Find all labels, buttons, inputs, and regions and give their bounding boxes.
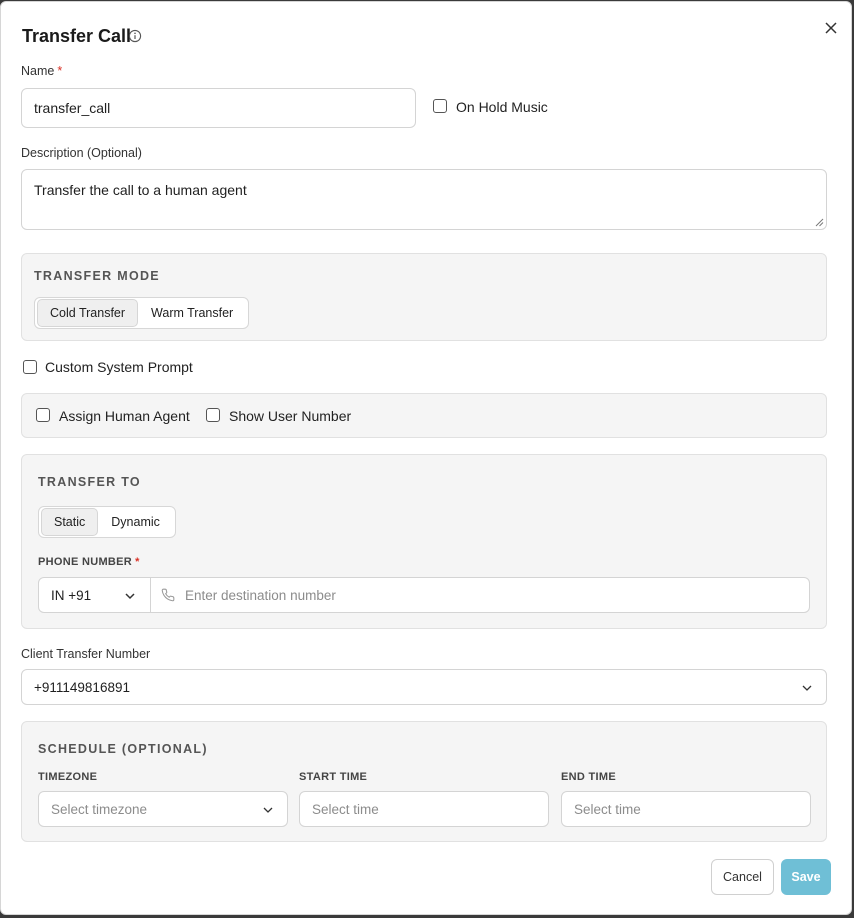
phone-number-group: IN +91 Enter destination number [38, 577, 810, 613]
transfer-mode-title: TRANSFER MODE [34, 269, 160, 283]
phone-number-placeholder: Enter destination number [185, 587, 336, 603]
cold-transfer-option[interactable]: Cold Transfer [37, 299, 139, 327]
chevron-down-icon [263, 807, 273, 813]
phone-number-label: PHONE NUMBER * [38, 556, 140, 568]
transfer-call-dialog: Transfer Call Name * transfer_call On Hol… [0, 1, 852, 915]
assign-human-agent-checkbox[interactable] [36, 408, 50, 422]
custom-system-prompt-label: Custom System Prompt [45, 359, 193, 375]
country-code-value: IN +91 [51, 587, 92, 603]
country-code-select[interactable]: IN +91 [39, 578, 151, 612]
description-value: Transfer the call to a human agent [34, 182, 247, 198]
schedule-section: SCHEDULE (OPTIONAL) TIMEZONE Select time… [21, 721, 827, 842]
end-time-input[interactable]: Select time [561, 791, 811, 827]
name-label: Name * [21, 64, 63, 78]
timezone-label: TIMEZONE [38, 771, 98, 783]
phone-icon [161, 588, 175, 602]
client-transfer-select[interactable]: +911149816891 [21, 669, 827, 705]
name-input-value: transfer_call [34, 100, 111, 116]
resize-handle-icon[interactable] [815, 218, 824, 227]
client-transfer-label: Client Transfer Number [21, 647, 151, 661]
transfer-to-section: TRANSFER TO Static Dynamic PHONE NUMBER *… [21, 454, 827, 629]
close-icon[interactable] [821, 18, 841, 38]
start-time-placeholder: Select time [312, 801, 379, 817]
transfer-mode-toggle: Cold Transfer Warm Transfer [34, 297, 250, 329]
chevron-down-icon [125, 593, 135, 600]
transfer-mode-section: TRANSFER MODE Cold Transfer Warm Transfe… [21, 253, 827, 341]
timezone-select[interactable]: Select timezone [38, 791, 288, 827]
start-time-label: START TIME [299, 771, 368, 783]
save-button[interactable]: Save [781, 859, 831, 895]
phone-number-input[interactable]: Enter destination number [151, 578, 809, 612]
info-icon[interactable] [128, 29, 142, 43]
on-hold-music-checkbox[interactable] [433, 99, 447, 113]
name-input[interactable]: transfer_call [21, 88, 416, 128]
start-time-input[interactable]: Select time [299, 791, 549, 827]
dynamic-option[interactable]: Dynamic [98, 508, 173, 536]
description-label: Description (Optional) [21, 146, 142, 160]
agent-options-section: Assign Human Agent Show User Number [21, 393, 827, 438]
description-textarea[interactable]: Transfer the call to a human agent [21, 169, 827, 230]
transfer-to-title: TRANSFER TO [38, 475, 141, 489]
timezone-placeholder: Select timezone [51, 801, 148, 817]
client-transfer-value: +911149816891 [34, 679, 130, 695]
show-user-number-label: Show User Number [229, 408, 352, 424]
on-hold-music-label: On Hold Music [456, 99, 548, 115]
end-time-label: END TIME [561, 771, 616, 783]
cancel-button[interactable]: Cancel [711, 859, 774, 895]
chevron-down-icon [802, 685, 812, 691]
warm-transfer-option[interactable]: Warm Transfer [138, 299, 246, 327]
transfer-to-toggle: Static Dynamic [38, 506, 176, 538]
static-option[interactable]: Static [41, 508, 99, 536]
assign-human-agent-label: Assign Human Agent [59, 408, 190, 424]
custom-system-prompt-checkbox[interactable] [23, 360, 37, 374]
schedule-title: SCHEDULE (OPTIONAL) [38, 742, 208, 756]
dialog-title: Transfer Call [22, 26, 132, 46]
end-time-placeholder: Select time [574, 801, 641, 817]
show-user-number-checkbox[interactable] [206, 408, 220, 422]
